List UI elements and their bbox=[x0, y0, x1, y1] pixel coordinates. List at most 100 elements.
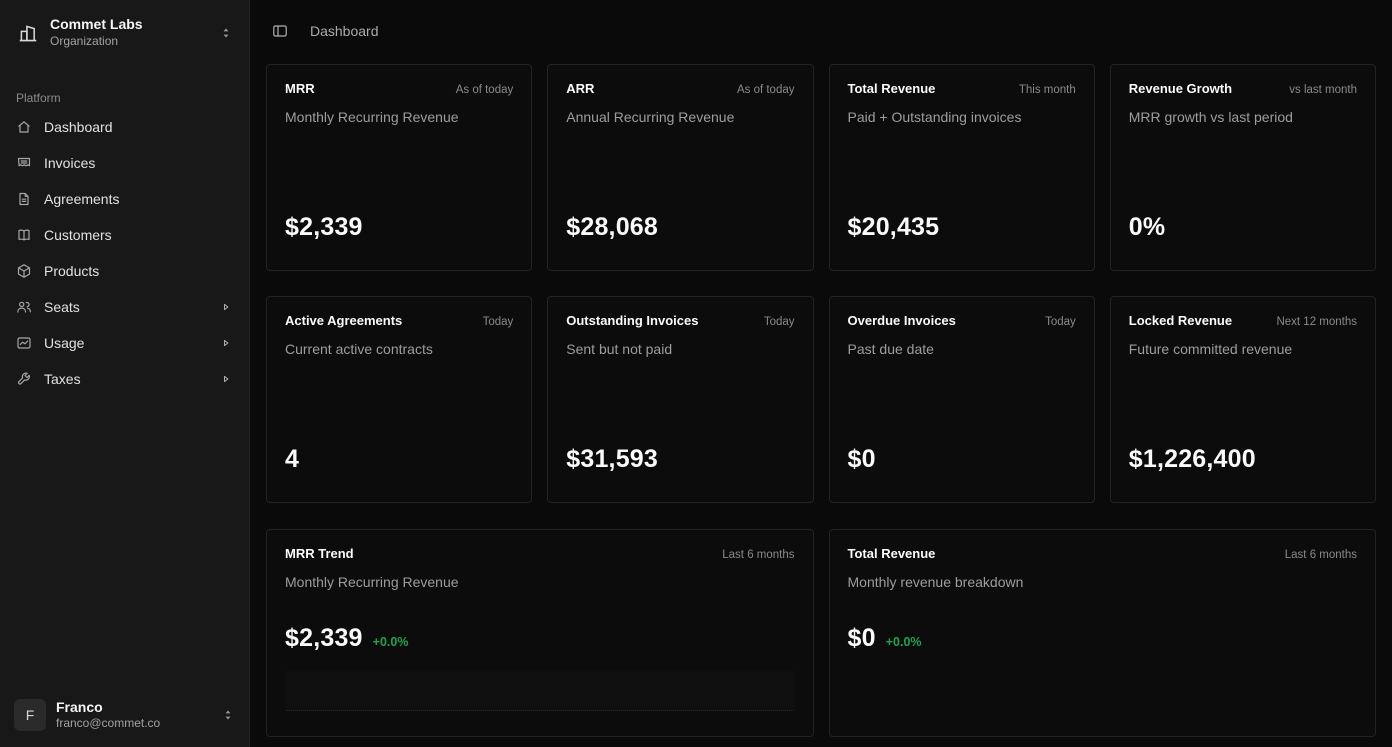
card-title: Active Agreements bbox=[285, 313, 402, 328]
sidebar-item-products[interactable]: Products bbox=[8, 255, 241, 287]
main-area: Dashboard MRR As of today Monthly Recurr… bbox=[250, 0, 1392, 747]
chart-change-badge: +0.0% bbox=[373, 635, 409, 649]
card-title: Outstanding Invoices bbox=[566, 313, 698, 328]
open-book-icon bbox=[16, 227, 32, 243]
chevrons-up-down-icon bbox=[221, 708, 235, 722]
card-value: 4 bbox=[285, 445, 513, 474]
sidebar-item-invoices[interactable]: Invoices bbox=[8, 147, 241, 179]
metric-card-overdue-invoices: Overdue Invoices Today Past due date $0 bbox=[829, 296, 1095, 503]
user-name: Franco bbox=[56, 699, 211, 717]
metric-card-total-revenue: Total Revenue This month Paid + Outstand… bbox=[829, 64, 1095, 271]
card-subtitle: Future committed revenue bbox=[1129, 341, 1357, 357]
sidebar-item-label: Customers bbox=[44, 227, 233, 243]
card-value: $0 bbox=[848, 445, 1076, 474]
package-icon bbox=[16, 263, 32, 279]
card-subtitle: Annual Recurring Revenue bbox=[566, 109, 794, 125]
card-subtitle: Sent but not paid bbox=[566, 341, 794, 357]
sidebar-item-seats[interactable]: Seats bbox=[8, 291, 241, 323]
home-icon bbox=[16, 119, 32, 135]
charts-grid: MRR Trend Last 6 months Monthly Recurrin… bbox=[266, 529, 1376, 737]
card-value: $31,593 bbox=[566, 445, 794, 474]
card-title: MRR Trend bbox=[285, 546, 354, 561]
user-menu[interactable]: F Franco franco@commet.co bbox=[8, 692, 241, 739]
sidebar-item-label: Usage bbox=[44, 335, 207, 351]
metric-card-locked-revenue: Locked Revenue Next 12 months Future com… bbox=[1110, 296, 1376, 503]
sidebar-item-agreements[interactable]: Agreements bbox=[8, 183, 241, 215]
metric-card-mrr: MRR As of today Monthly Recurring Revenu… bbox=[266, 64, 532, 271]
sidebar: Commet Labs Organization Platform Dashbo… bbox=[0, 0, 250, 747]
chart-card-total-revenue: Total Revenue Last 6 months Monthly reve… bbox=[829, 529, 1377, 737]
mrr-trend-sparkline bbox=[285, 670, 795, 711]
card-value: $28,068 bbox=[566, 213, 794, 242]
sidebar-item-label: Dashboard bbox=[44, 119, 233, 135]
org-type-label: Organization bbox=[50, 34, 209, 50]
sidebar-nav: Dashboard Invoices Agreements bbox=[8, 111, 241, 395]
chart-change-badge: +0.0% bbox=[886, 635, 922, 649]
metric-card-active-agreements: Active Agreements Today Current active c… bbox=[266, 296, 532, 503]
card-period: As of today bbox=[456, 84, 514, 96]
sidebar-item-dashboard[interactable]: Dashboard bbox=[8, 111, 241, 143]
metric-card-arr: ARR As of today Annual Recurring Revenue… bbox=[547, 64, 813, 271]
sidebar-spacer bbox=[8, 395, 241, 692]
receipt-icon bbox=[16, 155, 32, 171]
sidebar-item-customers[interactable]: Customers bbox=[8, 219, 241, 251]
wrench-icon bbox=[16, 371, 32, 387]
card-period: vs last month bbox=[1289, 84, 1357, 96]
users-icon bbox=[16, 299, 32, 315]
sidebar-item-label: Taxes bbox=[44, 371, 207, 387]
avatar: F bbox=[14, 699, 46, 731]
card-period: This month bbox=[1019, 84, 1076, 96]
chart-card-mrr-trend: MRR Trend Last 6 months Monthly Recurrin… bbox=[266, 529, 814, 737]
user-email: franco@commet.co bbox=[56, 716, 211, 732]
sidebar-item-label: Invoices bbox=[44, 155, 233, 171]
card-value: $1,226,400 bbox=[1129, 445, 1357, 474]
card-value: $2,339 bbox=[285, 213, 513, 242]
chevron-right-icon bbox=[219, 372, 233, 386]
card-subtitle: Paid + Outstanding invoices bbox=[848, 109, 1076, 125]
card-title: MRR bbox=[285, 81, 315, 96]
card-subtitle: Monthly Recurring Revenue bbox=[285, 109, 513, 125]
metrics-grid: MRR As of today Monthly Recurring Revenu… bbox=[266, 64, 1376, 503]
card-period: Last 6 months bbox=[1285, 549, 1357, 561]
building-icon bbox=[16, 21, 40, 45]
card-subtitle: Monthly Recurring Revenue bbox=[285, 574, 795, 590]
chevron-right-icon bbox=[219, 336, 233, 350]
org-name: Commet Labs bbox=[50, 16, 209, 34]
card-period: Today bbox=[1045, 316, 1076, 328]
card-title: Revenue Growth bbox=[1129, 81, 1232, 96]
sidebar-section-platform: Platform bbox=[8, 85, 241, 109]
sidebar-item-label: Seats bbox=[44, 299, 207, 315]
card-subtitle: MRR growth vs last period bbox=[1129, 109, 1357, 125]
chevron-right-icon bbox=[219, 300, 233, 314]
sidebar-toggle-button[interactable] bbox=[266, 17, 294, 45]
card-value: 0% bbox=[1129, 213, 1357, 242]
sidebar-item-label: Agreements bbox=[44, 191, 233, 207]
card-subtitle: Monthly revenue breakdown bbox=[848, 574, 1358, 590]
card-period: As of today bbox=[737, 84, 795, 96]
breadcrumb: Dashboard bbox=[310, 23, 379, 39]
sidebar-item-label: Products bbox=[44, 263, 233, 279]
usage-chart-icon bbox=[16, 335, 32, 351]
topbar: Dashboard bbox=[250, 0, 1392, 62]
card-title: Total Revenue bbox=[848, 81, 936, 96]
metric-card-revenue-growth: Revenue Growth vs last month MRR growth … bbox=[1110, 64, 1376, 271]
card-period: Today bbox=[764, 316, 795, 328]
chart-value: $2,339 bbox=[285, 624, 363, 653]
card-period: Today bbox=[483, 316, 514, 328]
sidebar-item-taxes[interactable]: Taxes bbox=[8, 363, 241, 395]
card-title: Locked Revenue bbox=[1129, 313, 1232, 328]
card-period: Next 12 months bbox=[1276, 316, 1357, 328]
document-icon bbox=[16, 191, 32, 207]
chevrons-up-down-icon bbox=[219, 26, 233, 40]
card-title: Total Revenue bbox=[848, 546, 936, 561]
card-subtitle: Past due date bbox=[848, 341, 1076, 357]
revenue-breakdown-chart bbox=[848, 670, 1358, 711]
card-period: Last 6 months bbox=[722, 549, 794, 561]
sidebar-item-usage[interactable]: Usage bbox=[8, 327, 241, 359]
card-value: $20,435 bbox=[848, 213, 1076, 242]
chart-value: $0 bbox=[848, 624, 876, 653]
org-switcher[interactable]: Commet Labs Organization bbox=[8, 8, 241, 57]
card-subtitle: Current active contracts bbox=[285, 341, 513, 357]
card-title: Overdue Invoices bbox=[848, 313, 956, 328]
metric-card-outstanding-invoices: Outstanding Invoices Today Sent but not … bbox=[547, 296, 813, 503]
